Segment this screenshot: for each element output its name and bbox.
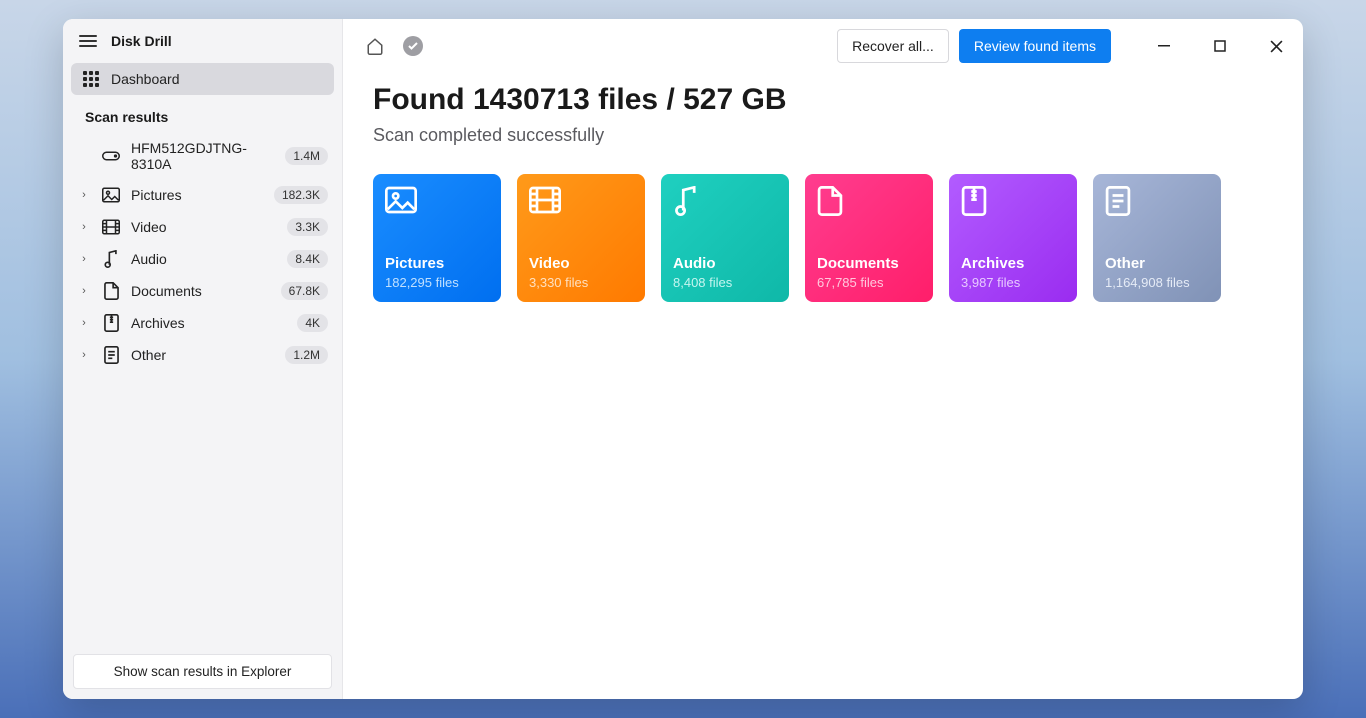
window-maximize-button[interactable] [1197, 31, 1243, 61]
chevron-right-icon: › [77, 253, 91, 265]
content: Found 1430713 files / 527 GB Scan comple… [343, 73, 1303, 322]
count-badge: 3.3K [287, 218, 328, 236]
card-count: 3,987 files [961, 275, 1065, 290]
card-audio[interactable]: Audio 8,408 files [661, 174, 789, 302]
card-title: Documents [817, 255, 921, 272]
card-archives[interactable]: Archives 3,987 files [949, 174, 1077, 302]
card-title: Audio [673, 255, 777, 272]
main-panel: Recover all... Review found items Found … [343, 19, 1303, 699]
sidebar-item-video[interactable]: › Video 3.3K [71, 211, 334, 243]
drive-icon [101, 149, 121, 163]
count-badge: 8.4K [287, 250, 328, 268]
count-badge: 182.3K [274, 186, 328, 204]
sidebar-section-header: Scan results [71, 95, 334, 133]
chevron-right-icon: › [77, 189, 91, 201]
file-icon [1105, 186, 1131, 216]
app-title: Disk Drill [111, 33, 172, 49]
topbar: Recover all... Review found items [343, 19, 1303, 73]
hamburger-icon[interactable] [79, 35, 97, 47]
card-title: Video [529, 255, 633, 272]
video-icon [529, 186, 561, 214]
audio-icon [101, 250, 121, 268]
card-count: 1,164,908 files [1105, 275, 1209, 290]
sidebar-item-audio[interactable]: › Audio 8.4K [71, 243, 334, 275]
grid-icon [83, 71, 99, 87]
sidebar-item-label: Audio [131, 251, 277, 267]
sidebar-item-archives[interactable]: › Archives 4K [71, 307, 334, 339]
sidebar-bottom: Show scan results in Explorer [63, 644, 342, 699]
pictures-icon [385, 186, 417, 214]
sidebar-item-label: Pictures [131, 187, 264, 203]
archive-icon [101, 314, 121, 332]
sidebar-item-label: Documents [131, 283, 271, 299]
status-check-icon[interactable] [399, 32, 427, 60]
pictures-icon [101, 187, 121, 203]
sidebar-item-documents[interactable]: › Documents 67.8K [71, 275, 334, 307]
page-subtitle: Scan completed successfully [373, 125, 1273, 146]
app-window: Disk Drill Dashboard Scan results › HFM5… [63, 19, 1303, 699]
document-icon [101, 282, 121, 300]
window-minimize-button[interactable] [1141, 31, 1187, 61]
sidebar-item-pictures[interactable]: › Pictures 182.3K [71, 179, 334, 211]
video-icon [101, 219, 121, 235]
count-badge: 67.8K [281, 282, 328, 300]
card-title: Pictures [385, 255, 489, 272]
sidebar-item-label: Video [131, 219, 277, 235]
sidebar-item-dashboard[interactable]: Dashboard [71, 63, 334, 95]
sidebar: Disk Drill Dashboard Scan results › HFM5… [63, 19, 343, 699]
chevron-right-icon: › [77, 317, 91, 329]
card-count: 182,295 files [385, 275, 489, 290]
recover-all-button[interactable]: Recover all... [837, 29, 949, 63]
card-count: 3,330 files [529, 275, 633, 290]
home-icon[interactable] [361, 32, 389, 60]
page-title: Found 1430713 files / 527 GB [373, 83, 1273, 117]
card-title: Other [1105, 255, 1209, 272]
sidebar-item-label: Dashboard [111, 71, 180, 87]
show-in-explorer-button[interactable]: Show scan results in Explorer [73, 654, 332, 689]
card-video[interactable]: Video 3,330 files [517, 174, 645, 302]
card-count: 67,785 files [817, 275, 921, 290]
audio-icon [673, 186, 699, 216]
card-pictures[interactable]: Pictures 182,295 files [373, 174, 501, 302]
sidebar-item-other[interactable]: › Other 1.2M [71, 339, 334, 371]
chevron-right-icon: › [77, 349, 91, 361]
sidebar-list: Dashboard Scan results › HFM512GDJTNG-83… [63, 63, 342, 644]
archive-icon [961, 186, 987, 216]
drive-name: HFM512GDJTNG-8310A [131, 140, 275, 172]
file-icon [101, 346, 121, 364]
count-badge: 4K [297, 314, 328, 332]
card-documents[interactable]: Documents 67,785 files [805, 174, 933, 302]
card-count: 8,408 files [673, 275, 777, 290]
review-found-items-button[interactable]: Review found items [959, 29, 1111, 63]
count-badge: 1.2M [285, 346, 328, 364]
sidebar-header: Disk Drill [63, 19, 342, 63]
card-other[interactable]: Other 1,164,908 files [1093, 174, 1221, 302]
document-icon [817, 186, 843, 216]
sidebar-drive-row[interactable]: › HFM512GDJTNG-8310A 1.4M [71, 133, 334, 179]
chevron-right-icon: › [77, 285, 91, 297]
chevron-right-icon: › [77, 221, 91, 233]
sidebar-item-label: Other [131, 347, 275, 363]
sidebar-item-label: Archives [131, 315, 287, 331]
window-close-button[interactable] [1253, 31, 1299, 61]
drive-count-badge: 1.4M [285, 147, 328, 165]
category-cards: Pictures 182,295 files Video 3,330 files… [373, 174, 1273, 302]
card-title: Archives [961, 255, 1065, 272]
